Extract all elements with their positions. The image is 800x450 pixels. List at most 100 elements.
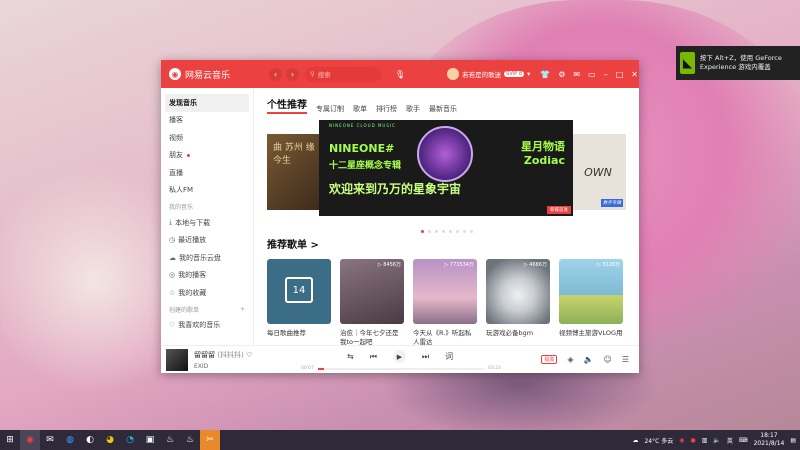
sidebar-item-recent[interactable]: ◷ 最近播放 [161, 232, 253, 250]
app-logo[interactable]: ◉ 网易云音乐 [169, 68, 269, 81]
mini-mode-icon[interactable]: ▭ [588, 70, 596, 79]
playlist-card[interactable]: ▷ 4686万 玩游戏必备bgm [486, 259, 550, 345]
previous-icon[interactable]: ⏮ [370, 352, 377, 362]
tab-recommend[interactable]: 个性推荐 [267, 96, 307, 114]
banner-current[interactable]: NINEONE CLOUD MUSIC NINEONE# 十二星座概念专辑 星月… [319, 120, 573, 216]
shirt-icon[interactable]: 👕 [540, 70, 550, 79]
carousel-dot[interactable] [441, 230, 445, 233]
heart-icon[interactable]: ♡ [246, 351, 252, 359]
song-artist[interactable]: EXID [194, 363, 284, 370]
tab-new-music[interactable]: 最新音乐 [429, 104, 457, 114]
microphone-icon[interactable]: 🎙 [395, 70, 405, 79]
minimize-icon[interactable]: – [604, 70, 608, 79]
carousel-dot[interactable] [427, 230, 431, 233]
close-icon[interactable]: ✕ [631, 70, 638, 79]
carousel-dot[interactable] [420, 230, 424, 233]
carousel-dots [267, 230, 626, 233]
sidebar-item-podcast[interactable]: 播客 [161, 112, 253, 130]
carousel-dot[interactable] [448, 230, 452, 233]
tray-app-icon[interactable]: ● [690, 437, 695, 444]
input-language[interactable]: 英 [727, 436, 733, 445]
notification-icon[interactable]: ▤ [790, 437, 796, 444]
taskbar: ⊞ ◉ ✉ ◍ ◐ ◕ ◔ ▣ ♨ ♨ ✂ ☁ 24°C 多云 ◉ ● ▥ 🔈 … [0, 430, 800, 450]
sidebar-item-my-podcast[interactable]: ◎ 我的播客 [161, 267, 253, 285]
next-icon[interactable]: ⏭ [422, 352, 429, 362]
volume-icon[interactable]: 🔈 [713, 437, 720, 444]
sidebar-item-local[interactable]: ⤓ 本地与下载 [161, 214, 253, 232]
carousel-dot[interactable] [469, 230, 473, 233]
taskbar-app-netease[interactable]: ◉ [20, 430, 40, 450]
sidebar-item-cloud[interactable]: ☁ 我的音乐云盘 [161, 249, 253, 267]
taskbar-app-steam[interactable]: ♨ [160, 430, 180, 450]
tab-bar: 个性推荐 专属订制 歌单 排行榜 歌手 最新音乐 [267, 96, 626, 114]
forward-button[interactable]: › [286, 67, 299, 81]
search-icon: ⚲ [310, 70, 315, 78]
carousel-dot[interactable] [434, 230, 438, 233]
banner-next-text: OWN [584, 165, 612, 179]
listen-together-icon[interactable]: ☺ [603, 355, 611, 364]
back-button[interactable]: ‹ [269, 67, 282, 81]
sidebar-item-fm[interactable]: 私人FM [161, 182, 253, 200]
sidebar-item-discover[interactable]: 发现音乐 [165, 94, 249, 112]
lyrics-icon[interactable]: 词 [445, 351, 453, 362]
playlist-card[interactable]: ▷ 3128万 视频博主旅游VLOG用 [559, 259, 623, 345]
weather[interactable]: 24°C 多云 [644, 436, 673, 445]
clock-time: 18:17 [760, 432, 778, 439]
banner-prev[interactable]: 曲 苏州 缘 今生 [267, 134, 323, 210]
taskbar-app-game[interactable]: ◐ [80, 430, 100, 450]
add-playlist-icon[interactable]: + [240, 306, 245, 313]
carousel-dot[interactable] [462, 230, 466, 233]
progress-bar[interactable] [317, 367, 485, 370]
sidebar-item-collection[interactable]: ☆ 我的收藏 [161, 284, 253, 302]
gear-icon[interactable]: ⚙ [558, 70, 565, 79]
shuffle-icon[interactable]: ⇆ [347, 352, 354, 361]
carousel-dot[interactable] [455, 230, 459, 233]
sidebar-item-liked[interactable]: ♡ 我喜欢的音乐 [161, 317, 253, 335]
main-content: 个性推荐 专属订制 歌单 排行榜 歌手 最新音乐 曲 苏州 缘 今生 OWN 数… [254, 88, 639, 345]
playlist-icon[interactable]: ☰ [622, 355, 629, 364]
sidebar-item-friends[interactable]: 朋友 [161, 147, 253, 165]
sound-effect-icon[interactable]: ◈ [567, 355, 573, 364]
tab-charts[interactable]: 排行榜 [376, 104, 397, 114]
user-profile[interactable]: 若若是的歌迷 SVIP 8 ▾ [447, 68, 530, 80]
keyboard-icon[interactable]: ⌨ [739, 437, 748, 444]
now-playing-cover[interactable] [166, 348, 188, 371]
taskbar-app-edge[interactable]: ◔ [120, 430, 140, 450]
cloud-icon: ☁ [169, 253, 176, 262]
weather-icon[interactable]: ☁ [632, 437, 638, 444]
netease-music-icon: ◉ [26, 435, 34, 445]
song-title[interactable]: 留留留 [194, 351, 215, 359]
clock[interactable]: 18:17 2021/8/14 [754, 432, 785, 448]
maximize-icon[interactable]: □ [616, 70, 624, 79]
sidebar-item-live[interactable]: 直播 [161, 164, 253, 182]
mail-icon[interactable]: ✉ [573, 70, 580, 79]
playlist-card[interactable]: 14 每日歌曲推荐 [267, 259, 331, 345]
taskbar-app-capture[interactable]: ✂ [200, 430, 220, 450]
playlist-card[interactable]: ▷ 773534万 今天从《R.》听起私人雷达 [413, 259, 477, 345]
banner-next-tag: 数字专辑 [601, 199, 623, 207]
tab-artists[interactable]: 歌手 [406, 104, 420, 114]
search-input[interactable]: ⚲ 搜索 [305, 66, 381, 82]
recommend-title[interactable]: 推荐歌单 > [267, 236, 626, 251]
taskbar-app-terminal[interactable]: ▣ [140, 430, 160, 450]
taskbar-app-mail[interactable]: ✉ [40, 430, 60, 450]
clock-icon: ◷ [169, 236, 176, 245]
sidebar-item-video[interactable]: 视频 [161, 129, 253, 147]
tab-playlists[interactable]: 歌单 [353, 104, 367, 114]
network-icon[interactable]: ▥ [702, 437, 708, 444]
tray-netease-icon[interactable]: ◉ [679, 437, 684, 444]
game-icon: ◐ [86, 435, 94, 445]
play-button[interactable]: ▶ [392, 350, 406, 363]
banner-next[interactable]: OWN 数字专辑 [570, 134, 626, 210]
playlist-card[interactable]: ▷ 8456万 治愈｜今年七夕还是我to一起吧 [340, 259, 404, 345]
taskbar-app-steam2[interactable]: ♨ [180, 430, 200, 450]
taskbar-app-chrome[interactable]: ◕ [100, 430, 120, 450]
caret-down-icon: ▾ [527, 70, 531, 78]
volume-icon[interactable]: 🔈 [584, 355, 594, 364]
quality-button[interactable]: 极高 [541, 355, 558, 364]
start-button[interactable]: ⊞ [0, 430, 20, 450]
geforce-notification[interactable]: ◣ 按下 Alt+Z，使用 GeForce Experience 游戏内覆盖 [676, 46, 800, 80]
taskbar-app-browser[interactable]: ◍ [60, 430, 80, 450]
tab-custom[interactable]: 专属订制 [316, 104, 344, 114]
chevron-right-icon: › [290, 69, 295, 79]
